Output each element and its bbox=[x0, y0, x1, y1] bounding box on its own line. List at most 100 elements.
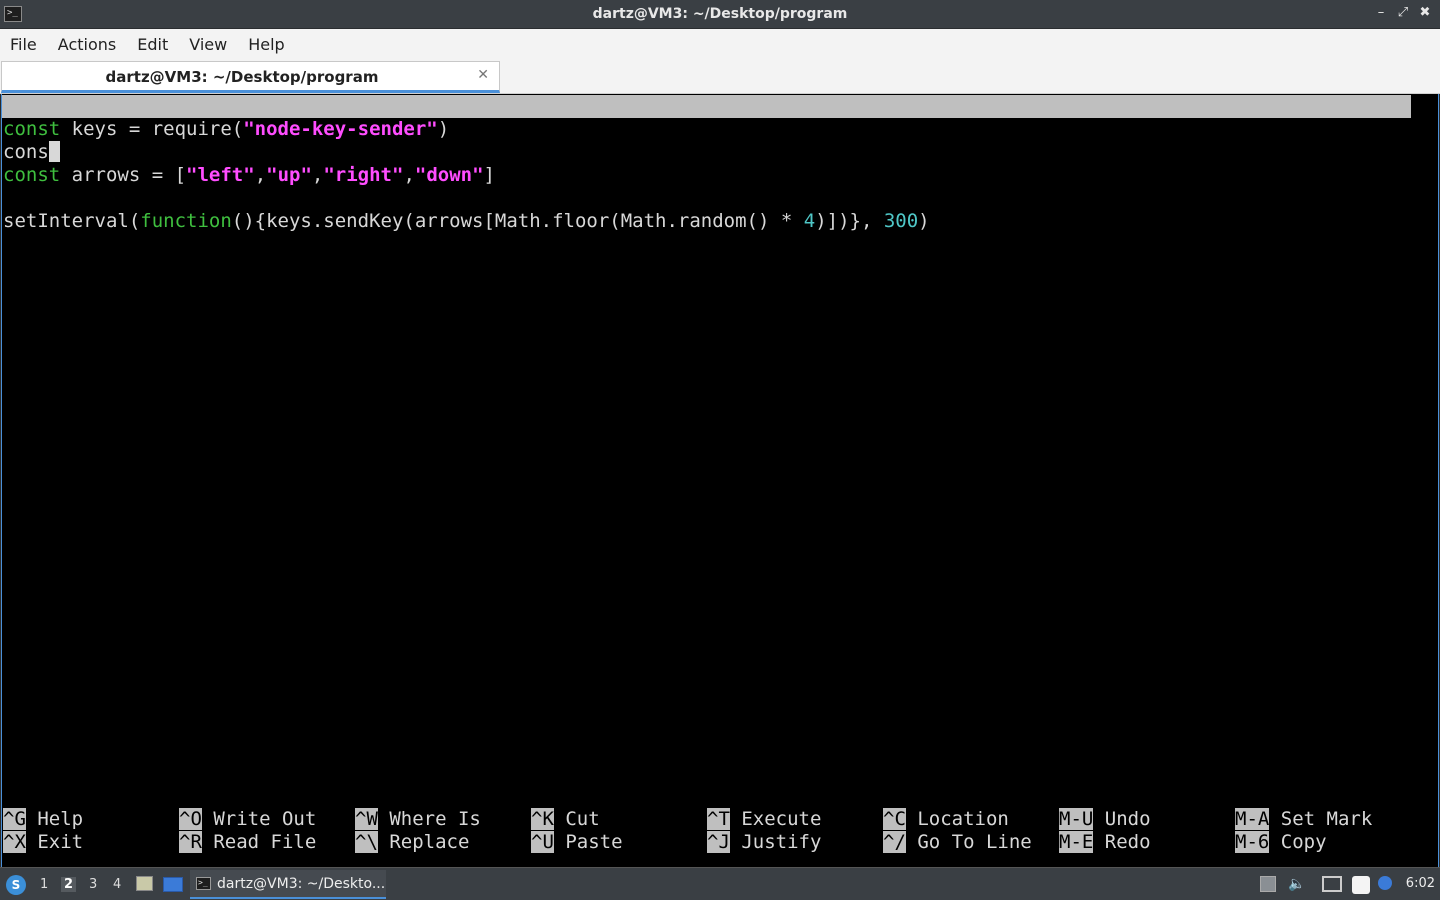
shortcut-label: Execute bbox=[741, 808, 822, 830]
code-text: , bbox=[311, 164, 324, 186]
clock[interactable]: 6:02 bbox=[1406, 876, 1435, 891]
update-notifier-icon[interactable] bbox=[1378, 876, 1392, 890]
code-text: setInterval( bbox=[3, 210, 141, 232]
window-title: dartz@VM3: ~/Desktop/program bbox=[592, 6, 848, 22]
text-cursor bbox=[48, 141, 60, 162]
shortcut-help[interactable]: ^G Help bbox=[3, 808, 83, 831]
shortcut-key: ^X bbox=[3, 831, 26, 853]
terminal-tab[interactable]: dartz@VM3: ~/Desktop/program ✕ bbox=[1, 61, 500, 93]
shortcut-label: Read File bbox=[213, 831, 317, 853]
file-manager-icon[interactable] bbox=[136, 876, 153, 891]
taskbar-terminal-task[interactable]: >_ dartz@VM3: ~/Deskto... bbox=[190, 870, 386, 899]
keyword: const bbox=[3, 164, 61, 186]
shortcut-key: ^/ bbox=[883, 831, 906, 853]
shortcut-replace[interactable]: ^\ Replace bbox=[355, 831, 469, 854]
code-line-5[interactable]: setInterval(function(){keys.sendKey(arro… bbox=[3, 210, 930, 233]
shortcut-copy[interactable]: M-6 Copy bbox=[1235, 831, 1327, 854]
menu-bar: File Actions Edit View Help bbox=[0, 29, 1440, 59]
terminal-area[interactable]: GNU nano 6.2 index.js * const keys = req… bbox=[1, 94, 1439, 867]
close-button[interactable]: ✖ bbox=[1418, 5, 1432, 20]
shortcut-set-mark[interactable]: M-A Set Mark bbox=[1235, 808, 1372, 831]
desktop-4-button[interactable]: 4 bbox=[113, 877, 121, 892]
show-desktop-icon[interactable] bbox=[163, 877, 183, 892]
string-literal: "up" bbox=[266, 164, 312, 186]
code-text: keys = require( bbox=[60, 118, 244, 140]
clipboard-icon[interactable] bbox=[1352, 876, 1370, 894]
nano-header-bar: GNU nano 6.2 index.js * bbox=[2, 95, 1411, 163]
code-line-2[interactable]: cons bbox=[3, 141, 60, 164]
shortcut-key: ^O bbox=[179, 808, 202, 830]
start-menu-icon[interactable]: S bbox=[6, 875, 26, 895]
shortcut-location[interactable]: ^C Location bbox=[883, 808, 1009, 831]
menu-actions[interactable]: Actions bbox=[58, 35, 116, 54]
code-text: ] bbox=[483, 164, 495, 186]
menu-edit[interactable]: Edit bbox=[137, 35, 168, 54]
shortcut-justify[interactable]: ^J Justify bbox=[707, 831, 821, 854]
tab-close-icon[interactable]: ✕ bbox=[477, 67, 489, 83]
desktop-1-button[interactable]: 1 bbox=[40, 877, 48, 892]
shortcut-key: M-E bbox=[1059, 831, 1094, 853]
shortcut-key: ^W bbox=[355, 808, 378, 830]
shortcut-redo[interactable]: M-E Redo bbox=[1059, 831, 1151, 854]
shortcut-label: Redo bbox=[1104, 831, 1151, 853]
shortcut-label: Paste bbox=[565, 831, 623, 853]
shortcut-label: Location bbox=[917, 808, 1009, 830]
shortcut-write-out[interactable]: ^O Write Out bbox=[179, 808, 316, 831]
shortcut-undo[interactable]: M-U Undo bbox=[1059, 808, 1151, 831]
minimize-button[interactable]: – bbox=[1374, 5, 1388, 20]
shortcut-label: Undo bbox=[1104, 808, 1151, 830]
code-text: )])}, bbox=[815, 210, 884, 232]
shortcut-label: Help bbox=[37, 808, 84, 830]
number-literal: 300 bbox=[883, 210, 919, 232]
shortcut-label: Go To Line bbox=[917, 831, 1032, 853]
menu-file[interactable]: File bbox=[10, 35, 37, 54]
code-text: (){keys.sendKey(arrows[Math.floor(Math.r… bbox=[231, 210, 804, 232]
desktop-2-button[interactable]: 2 bbox=[61, 877, 77, 892]
shortcut-key: M-A bbox=[1235, 808, 1270, 830]
shortcut-key: ^G bbox=[3, 808, 26, 830]
shortcut-read-file[interactable]: ^R Read File bbox=[179, 831, 316, 854]
string-literal: "left" bbox=[186, 164, 255, 186]
code-text: , bbox=[254, 164, 267, 186]
shortcut-exit[interactable]: ^X Exit bbox=[3, 831, 83, 854]
shortcut-label: Cut bbox=[565, 808, 600, 830]
menu-help[interactable]: Help bbox=[248, 35, 284, 54]
shortcut-go-to-line[interactable]: ^/ Go To Line bbox=[883, 831, 1032, 854]
shortcut-key: ^R bbox=[179, 831, 202, 853]
shortcut-paste[interactable]: ^U Paste bbox=[531, 831, 623, 854]
string-literal: "node-key-sender" bbox=[243, 118, 438, 140]
string-literal: "right" bbox=[323, 164, 404, 186]
code-line-1[interactable]: const keys = require("node-key-sender") bbox=[3, 118, 449, 141]
window-controls: – ⤢ ✖ bbox=[1374, 5, 1432, 20]
shortcut-label: Exit bbox=[37, 831, 84, 853]
desktop-3-button[interactable]: 3 bbox=[89, 877, 97, 892]
shortcut-execute[interactable]: ^T Execute bbox=[707, 808, 821, 831]
shortcut-label: Copy bbox=[1280, 831, 1327, 853]
shortcut-key: ^J bbox=[707, 831, 730, 853]
tab-bar: dartz@VM3: ~/Desktop/program ✕ bbox=[0, 59, 1440, 94]
display-icon[interactable] bbox=[1322, 876, 1342, 892]
shortcut-label: Write Out bbox=[213, 808, 317, 830]
tab-label: dartz@VM3: ~/Desktop/program bbox=[105, 68, 379, 86]
tray-up-arrow-icon[interactable] bbox=[1260, 876, 1276, 892]
number-literal: 4 bbox=[803, 210, 816, 232]
volume-icon[interactable]: 🔈 bbox=[1288, 876, 1305, 892]
taskbar: S 1 2 3 4 >_ dartz@VM3: ~/Deskto... 🔈 6:… bbox=[0, 867, 1440, 900]
shortcut-cut[interactable]: ^K Cut bbox=[531, 808, 600, 831]
shortcut-key: ^\ bbox=[355, 831, 378, 853]
nano-filename: index.js * bbox=[685, 141, 800, 163]
code-text: cons bbox=[3, 141, 49, 163]
shortcut-key: M-6 bbox=[1235, 831, 1270, 853]
maximize-button[interactable]: ⤢ bbox=[1396, 5, 1410, 20]
terminal-task-icon: >_ bbox=[196, 877, 211, 890]
shortcut-where-is[interactable]: ^W Where Is bbox=[355, 808, 481, 831]
taskbar-task-label: dartz@VM3: ~/Deskto... bbox=[217, 876, 386, 892]
menu-view[interactable]: View bbox=[189, 35, 227, 54]
shortcut-label: Replace bbox=[389, 831, 470, 853]
code-line-3[interactable]: const arrows = ["left","up","right","dow… bbox=[3, 164, 495, 187]
shortcut-key: ^K bbox=[531, 808, 554, 830]
keyword: const bbox=[3, 118, 61, 140]
code-text: ) bbox=[437, 118, 450, 140]
code-text: , bbox=[403, 164, 415, 186]
string-literal: "down" bbox=[414, 164, 484, 186]
